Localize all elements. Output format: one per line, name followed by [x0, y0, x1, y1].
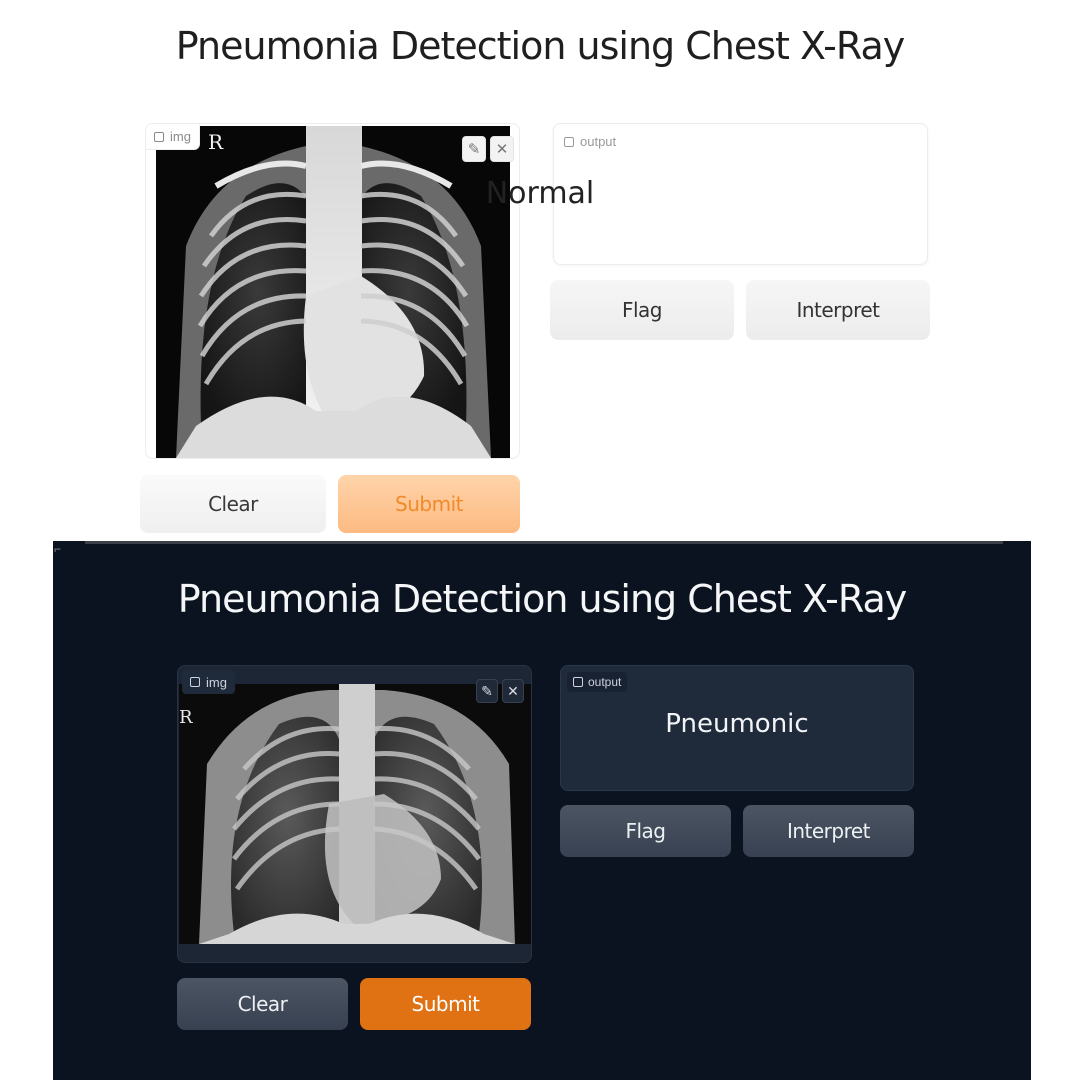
image-input-panel[interactable]: img: [145, 123, 520, 459]
output-value: Normal: [485, 176, 595, 211]
output-label-tag: output: [567, 672, 628, 692]
dark-theme-app: Pneumonia Detection using Chest X-Ray im…: [53, 541, 1031, 1080]
clear-button[interactable]: Clear: [140, 475, 326, 533]
window-corner-icon: ⌐: [54, 542, 62, 556]
flag-button[interactable]: Flag: [560, 805, 731, 857]
interpret-button[interactable]: Interpret: [743, 805, 914, 857]
output-value: Pneumonic: [665, 709, 809, 739]
output-icon: [573, 677, 583, 687]
input-label-tag: img: [182, 670, 235, 694]
edit-icon[interactable]: ✎: [476, 679, 498, 703]
submit-button[interactable]: Submit: [360, 978, 531, 1030]
page-title: Pneumonia Detection using Chest X-Ray: [177, 577, 907, 621]
close-icon[interactable]: ✕: [490, 136, 514, 162]
close-icon[interactable]: ✕: [502, 679, 524, 703]
flag-button[interactable]: Flag: [550, 280, 734, 340]
xray-side-marker: R: [208, 130, 224, 154]
output-label-tag: output: [564, 134, 616, 149]
image-icon: [190, 677, 200, 687]
output-icon: [564, 136, 574, 147]
window-top-border: [85, 541, 1003, 544]
clear-button[interactable]: Clear: [177, 978, 348, 1030]
light-theme-app: Pneumonia Detection using Chest X-Ray im…: [0, 0, 1080, 540]
screenshot-root: Pneumonia Detection using Chest X-Ray im…: [0, 0, 1080, 1080]
chest-xray-image: [179, 684, 531, 944]
input-label-text: img: [206, 674, 227, 690]
edit-icon[interactable]: ✎: [462, 136, 486, 162]
output-label-text: output: [588, 675, 622, 689]
input-label-tag: img: [146, 124, 200, 150]
image-toolbar: ✎ ✕: [476, 679, 524, 703]
xray-side-marker: R: [179, 707, 193, 728]
image-input-panel[interactable]: img: [177, 665, 532, 963]
output-label-text: output: [580, 134, 617, 149]
input-label-text: img: [170, 129, 191, 144]
image-toolbar: ✎ ✕: [462, 136, 514, 162]
page-title: Pneumonia Detection using Chest X-Ray: [175, 24, 905, 68]
image-icon: [154, 131, 164, 142]
interpret-button[interactable]: Interpret: [746, 280, 930, 340]
submit-button[interactable]: Submit: [338, 475, 520, 533]
